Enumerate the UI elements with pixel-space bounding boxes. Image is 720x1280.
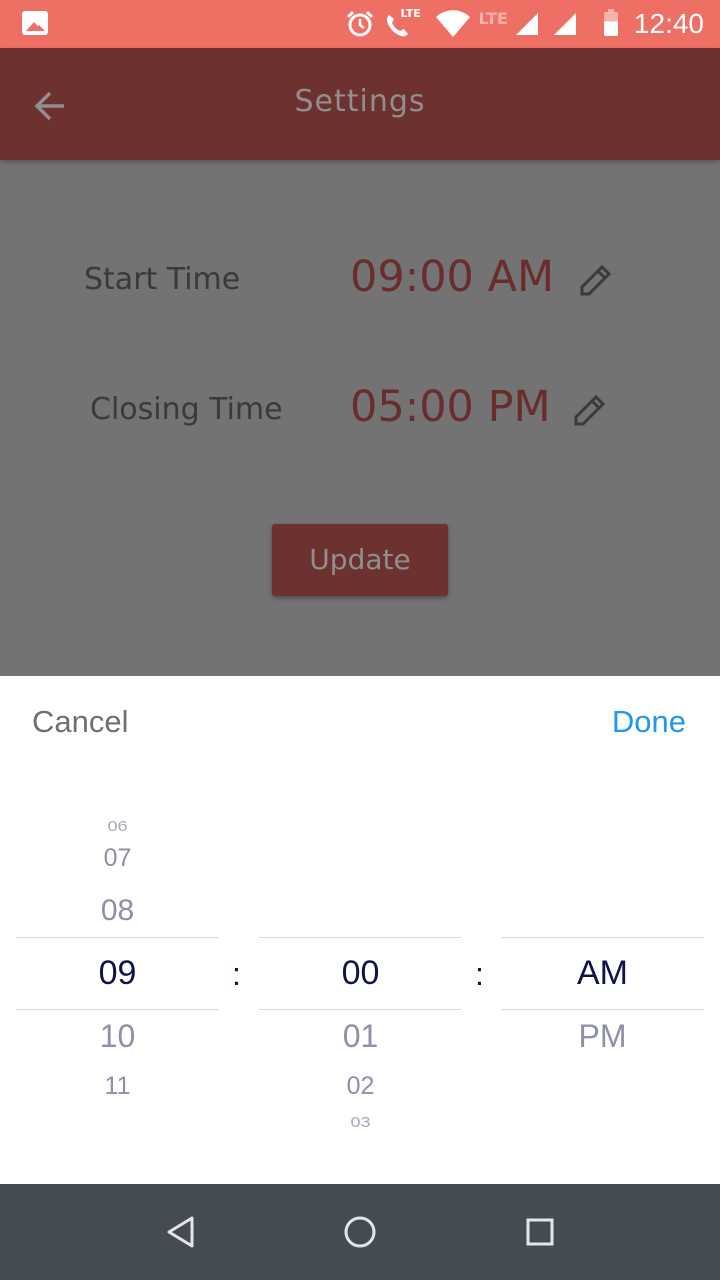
selection-line-top bbox=[501, 937, 704, 938]
system-nav-bar bbox=[0, 1184, 720, 1280]
recents-square-icon bbox=[526, 1218, 554, 1246]
back-triangle-icon bbox=[167, 1216, 194, 1248]
status-bar: LTE LTE 12:40 bbox=[0, 0, 720, 48]
battery-icon bbox=[603, 9, 618, 36]
pencil-icon bbox=[580, 264, 612, 296]
hour-selected[interactable]: 09 bbox=[16, 954, 219, 993]
lte-label-secondary: LTE bbox=[478, 8, 508, 28]
nav-home-button[interactable] bbox=[340, 1212, 384, 1252]
minute-option[interactable]: 01 bbox=[259, 1018, 462, 1055]
closing-time-label: Closing Time bbox=[90, 392, 283, 427]
app-bar: Settings bbox=[0, 48, 720, 160]
start-time-row: Start Time 09:00 AM bbox=[0, 242, 720, 322]
signal-icon bbox=[553, 13, 576, 35]
nav-back-button[interactable] bbox=[160, 1212, 204, 1252]
nav-recents-button[interactable] bbox=[520, 1212, 564, 1252]
minute-wheel[interactable]: 00 01 02 03 bbox=[259, 676, 462, 1184]
status-icons: LTE LTE 12:40 bbox=[345, 0, 704, 48]
alarm-icon bbox=[346, 10, 373, 37]
settings-content: Start Time 09:00 AM Closing Time 05:00 P… bbox=[0, 160, 720, 676]
time-separator: : bbox=[232, 956, 241, 992]
lte-label: LTE bbox=[400, 7, 421, 20]
hour-option[interactable]: 06 bbox=[16, 818, 219, 835]
selection-line-bottom bbox=[259, 1009, 461, 1010]
hour-option[interactable]: 07 bbox=[16, 844, 219, 873]
signal-icon bbox=[515, 13, 538, 35]
hour-option[interactable]: 11 bbox=[16, 1072, 219, 1101]
page-title: Settings bbox=[294, 84, 426, 119]
call-lte-icon: LTE bbox=[383, 7, 427, 39]
time-picker-sheet: Cancel Done 06 07 08 09 10 11 : 00 01 02… bbox=[0, 676, 720, 1184]
update-button[interactable]: Update bbox=[272, 524, 448, 596]
edit-start-time-button[interactable] bbox=[576, 260, 620, 304]
edit-closing-time-button[interactable] bbox=[570, 390, 614, 434]
minute-option[interactable]: 02 bbox=[259, 1072, 462, 1101]
selection-line-bottom bbox=[16, 1009, 219, 1010]
closing-time-value: 05:00 PM bbox=[350, 382, 551, 432]
closing-time-row: Closing Time 05:00 PM bbox=[0, 372, 720, 452]
hour-wheel[interactable]: 06 07 08 09 10 11 bbox=[16, 676, 219, 1184]
period-wheel[interactable]: AM PM bbox=[501, 676, 704, 1184]
start-time-value: 09:00 AM bbox=[350, 252, 555, 302]
selection-line-top bbox=[16, 937, 219, 938]
time-separator: : bbox=[475, 956, 484, 992]
hour-option[interactable]: 10 bbox=[16, 1018, 219, 1055]
selection-line-top bbox=[259, 937, 461, 938]
wifi-icon bbox=[435, 10, 470, 37]
selection-line-bottom bbox=[501, 1009, 704, 1010]
start-time-label: Start Time bbox=[84, 262, 241, 297]
gallery-icon bbox=[22, 11, 48, 35]
period-selected[interactable]: AM bbox=[501, 954, 704, 993]
status-clock: 12:40 bbox=[633, 8, 704, 39]
minute-selected[interactable]: 00 bbox=[259, 954, 462, 993]
hour-option[interactable]: 08 bbox=[16, 894, 219, 928]
minute-option[interactable]: 03 bbox=[259, 1114, 462, 1131]
pencil-icon bbox=[574, 394, 606, 426]
period-option[interactable]: PM bbox=[501, 1018, 704, 1055]
home-circle-icon bbox=[344, 1216, 376, 1248]
